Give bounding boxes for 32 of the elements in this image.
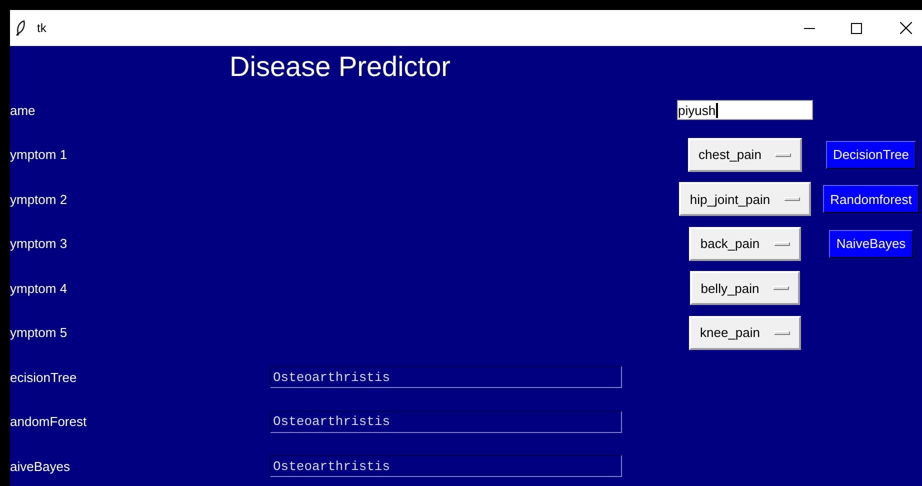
- predict-button[interactable]: DecisionTree: [826, 140, 916, 169]
- window-title: tk: [37, 20, 46, 37]
- menu-indicator-icon: [784, 197, 800, 202]
- text-cursor: [716, 102, 718, 118]
- field-label: ymptom 4: [10, 280, 68, 298]
- field-label: andomForest: [10, 413, 87, 431]
- field-label: ecisionTree: [10, 368, 77, 386]
- option-menu[interactable]: chest_pain: [688, 138, 802, 172]
- field-label: ymptom 2: [10, 190, 68, 209]
- option-menu[interactable]: belly_pain: [690, 271, 800, 306]
- menu-indicator-icon: [774, 242, 790, 246]
- option-menu[interactable]: back_pain: [689, 226, 801, 261]
- field-label: ame: [10, 102, 36, 120]
- field-label: aiveBayes: [10, 458, 70, 476]
- menu-indicator-icon: [774, 330, 790, 335]
- option-menu[interactable]: hip_joint_pain: [678, 182, 812, 216]
- menu-indicator-icon: [775, 152, 792, 157]
- name-input[interactable]: piyush: [677, 100, 813, 120]
- result-field[interactable]: Osteoarthristis: [270, 455, 622, 478]
- field-label: ymptom 5: [10, 324, 68, 342]
- app-heading: Disease Predictor: [230, 50, 450, 84]
- feather-icon: [16, 20, 26, 36]
- result-field[interactable]: Osteoarthristis: [270, 410, 622, 433]
- menu-indicator-icon: [773, 286, 790, 290]
- field-label: ymptom 3: [10, 235, 68, 253]
- predict-button[interactable]: Randomforest: [823, 185, 919, 214]
- field-label: ymptom 1: [10, 146, 68, 164]
- option-menu[interactable]: knee_pain: [689, 316, 801, 350]
- close-icon[interactable]: [900, 22, 912, 34]
- predict-button[interactable]: NaiveBayes: [829, 230, 913, 258]
- result-field[interactable]: Osteoarthristis: [270, 366, 622, 388]
- maximize-icon[interactable]: [851, 22, 862, 34]
